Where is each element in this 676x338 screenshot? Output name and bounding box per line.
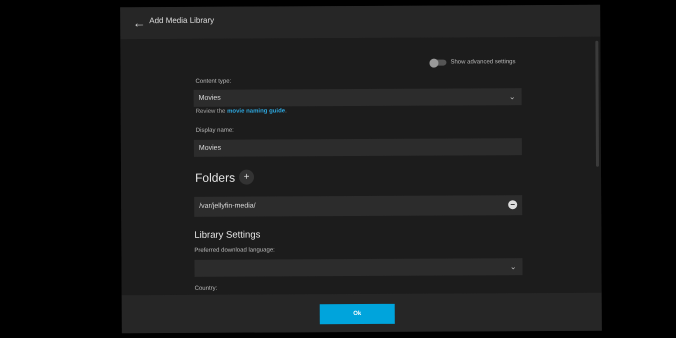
advanced-settings-toggle[interactable]: Show advanced settings — [430, 59, 516, 66]
display-name-input[interactable]: Movies — [193, 138, 522, 157]
hint-suffix: . — [285, 108, 287, 115]
add-folder-button[interactable]: + — [239, 169, 255, 185]
chevron-down-icon: ⌄ — [509, 262, 517, 272]
content-type-value: Movies — [198, 94, 221, 102]
content-type-label: Content type: — [195, 78, 232, 85]
dialog-content: Show advanced settings Content type: Mov… — [120, 36, 602, 296]
movie-naming-guide-link[interactable]: movie naming guide — [227, 108, 285, 114]
download-language-label: Preferred download language: — [194, 247, 275, 254]
back-arrow-icon[interactable]: ← — [130, 14, 148, 32]
download-language-select[interactable]: ⌄ — [194, 258, 523, 277]
plus-icon: + — [243, 171, 250, 183]
naming-guide-hint: Review the movie naming guide. — [196, 108, 287, 114]
chevron-down-icon: ⌄ — [508, 92, 516, 102]
folders-heading: Folders — [195, 170, 236, 185]
folder-path-row[interactable]: /var/jellyfin-media/ − — [194, 195, 523, 217]
add-media-library-dialog: ← Add Media Library Show advanced settin… — [120, 4, 602, 334]
content-type-select[interactable]: Movies ⌄ — [193, 88, 522, 107]
dialog-title: Add Media Library — [149, 15, 215, 26]
remove-folder-icon[interactable]: − — [508, 200, 518, 210]
ok-button[interactable]: Ok — [319, 303, 395, 325]
hint-prefix: Review the — [195, 108, 226, 115]
toggle-switch[interactable] — [430, 59, 447, 66]
folder-path: /var/jellyfin-media/ — [199, 202, 256, 210]
display-name-value: Movies — [198, 144, 222, 152]
dialog-footer: Ok — [121, 292, 602, 334]
display-name-label: Display name: — [195, 127, 234, 134]
advanced-settings-label: Show advanced settings — [450, 59, 516, 66]
dialog-header: ← Add Media Library — [120, 4, 601, 40]
country-label: Country: — [194, 285, 218, 292]
library-settings-heading: Library Settings — [194, 229, 261, 241]
scrollbar[interactable] — [595, 40, 599, 167]
